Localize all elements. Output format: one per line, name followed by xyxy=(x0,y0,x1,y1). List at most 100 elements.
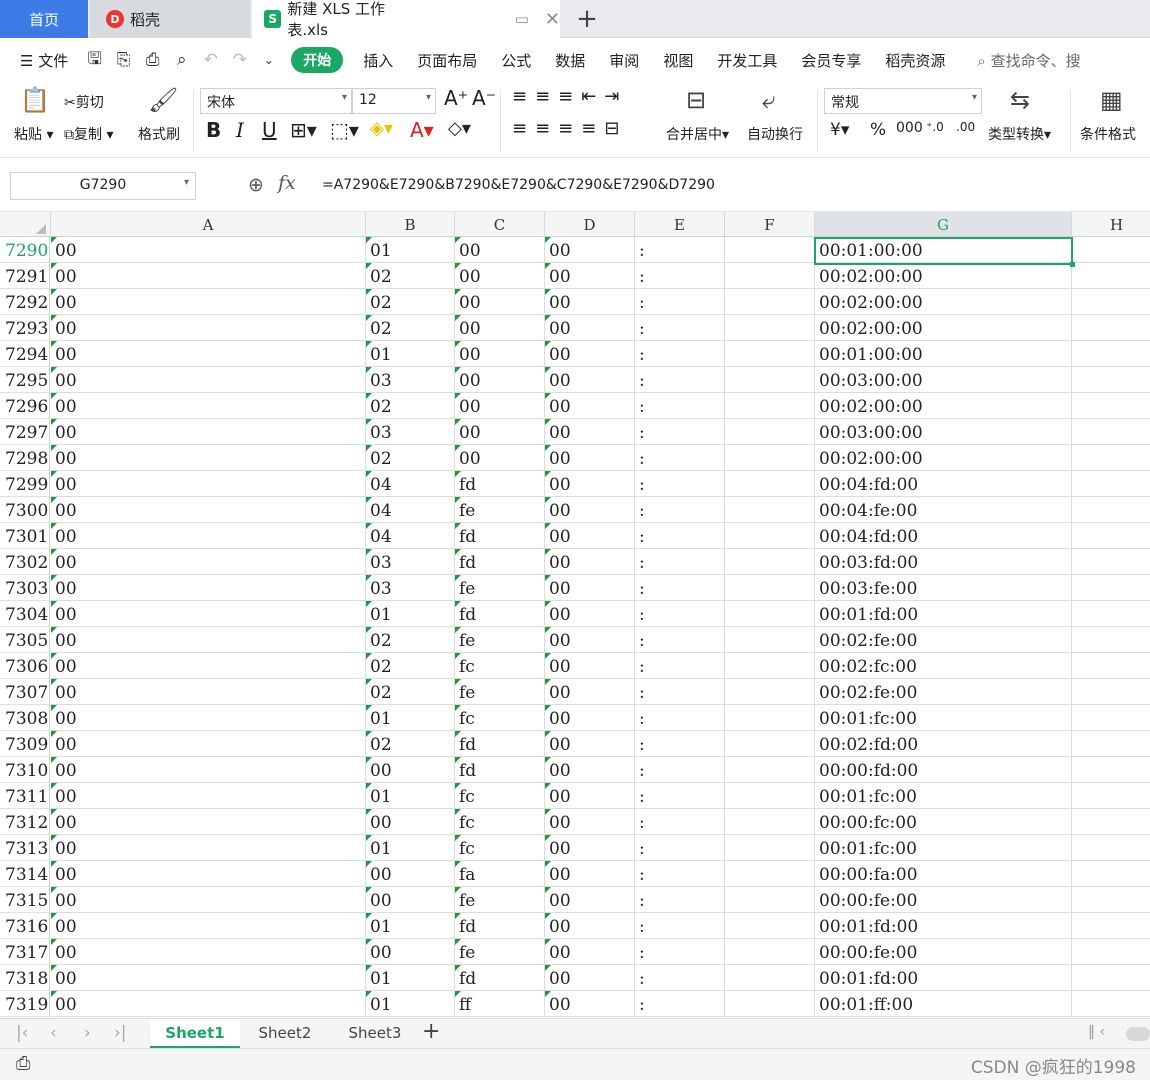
cell-d[interactable]: 00 xyxy=(545,939,635,965)
row-header[interactable]: 7316 xyxy=(0,913,50,939)
cell-b[interactable]: 00 xyxy=(366,887,455,913)
next-sheet-icon[interactable]: › xyxy=(84,1023,91,1043)
cell-c[interactable]: 00 xyxy=(455,315,545,341)
cell-g[interactable]: 00:04:fe:00 xyxy=(815,497,1072,523)
cell-c[interactable]: fe xyxy=(455,939,545,965)
close-tab-icon[interactable]: ✕ xyxy=(545,9,560,30)
cell-c[interactable]: 00 xyxy=(455,367,545,393)
cell-b[interactable]: 01 xyxy=(366,965,455,991)
row-header[interactable]: 7293 xyxy=(0,315,50,341)
row-header[interactable]: 7318 xyxy=(0,965,50,991)
conditional-format-button[interactable]: 条件格式 xyxy=(1080,124,1136,144)
cell-b[interactable]: 02 xyxy=(366,393,455,419)
cell-g[interactable]: 00:03:fd:00 xyxy=(815,549,1072,575)
cell-h[interactable] xyxy=(1072,367,1150,393)
row-header[interactable]: 7304 xyxy=(0,601,50,627)
redo-icon[interactable]: ↷ xyxy=(225,50,254,70)
cell-a[interactable]: 00 xyxy=(51,965,366,991)
cell-e[interactable]: : xyxy=(635,445,725,471)
cell-e[interactable]: : xyxy=(635,939,725,965)
font-family-select[interactable]: 宋体 ▾ xyxy=(200,88,352,114)
cell-g[interactable]: 00:01:ff:00 xyxy=(815,991,1072,1017)
cell-a[interactable]: 00 xyxy=(51,445,366,471)
cell-h[interactable] xyxy=(1072,705,1150,731)
cell-b[interactable]: 01 xyxy=(366,783,455,809)
cell-g[interactable]: 00:00:fe:00 xyxy=(815,887,1072,913)
paste-icon[interactable]: 📋 xyxy=(20,86,50,114)
sheet-tab-2[interactable]: Sheet2 xyxy=(240,1019,330,1048)
cell-b[interactable]: 01 xyxy=(366,991,455,1017)
cell-d[interactable]: 00 xyxy=(545,341,635,367)
cell-b[interactable]: 02 xyxy=(366,653,455,679)
cell-g[interactable]: 00:00:fa:00 xyxy=(815,861,1072,887)
cell-e[interactable]: : xyxy=(635,627,725,653)
cell-e[interactable]: : xyxy=(635,679,725,705)
cell-f[interactable] xyxy=(725,757,815,783)
cell-f[interactable] xyxy=(725,939,815,965)
cell-h[interactable] xyxy=(1072,991,1150,1017)
cell-c[interactable]: fc xyxy=(455,653,545,679)
cell-h[interactable] xyxy=(1072,289,1150,315)
menu-formula[interactable]: 公式 xyxy=(489,50,543,71)
cell-h[interactable] xyxy=(1072,679,1150,705)
cell-d[interactable]: 00 xyxy=(545,601,635,627)
cell-h[interactable] xyxy=(1072,757,1150,783)
cell-f[interactable] xyxy=(725,445,815,471)
row-header[interactable]: 7295 xyxy=(0,367,50,393)
menu-review[interactable]: 审阅 xyxy=(597,50,651,71)
copy-button[interactable]: ⧉复制 ▾ xyxy=(64,124,113,144)
tab-document[interactable]: S 新建 XLS 工作表.xls ▭ ✕ xyxy=(252,0,560,39)
cell-d[interactable]: 00 xyxy=(545,757,635,783)
cell-b[interactable]: 01 xyxy=(366,835,455,861)
cell-b[interactable]: 01 xyxy=(366,237,455,263)
cell-d[interactable]: 00 xyxy=(545,237,635,263)
cell-g[interactable]: 00:01:fc:00 xyxy=(815,835,1072,861)
cell-f[interactable] xyxy=(725,913,815,939)
cell-d[interactable]: 00 xyxy=(545,887,635,913)
tab-home[interactable]: 首页 xyxy=(0,0,88,38)
cell-c[interactable]: 00 xyxy=(455,237,545,263)
cell-e[interactable]: : xyxy=(635,835,725,861)
cell-a[interactable]: 00 xyxy=(51,653,366,679)
cell-h[interactable] xyxy=(1072,315,1150,341)
cell-b[interactable]: 03 xyxy=(366,549,455,575)
cell-g[interactable]: 00:04:fd:00 xyxy=(815,523,1072,549)
cell-e[interactable]: : xyxy=(635,549,725,575)
row-header[interactable]: 7300 xyxy=(0,497,50,523)
cell-b[interactable]: 01 xyxy=(366,601,455,627)
cell-a[interactable]: 00 xyxy=(51,523,366,549)
cell-e[interactable]: : xyxy=(635,601,725,627)
row-header[interactable]: 7307 xyxy=(0,679,50,705)
menu-developer[interactable]: 开发工具 xyxy=(705,50,789,71)
fill-style-icon[interactable]: ⬚▾ xyxy=(330,118,359,142)
cell-e[interactable]: : xyxy=(635,757,725,783)
font-size-select[interactable]: 12 ▾ xyxy=(352,88,436,114)
cell-h[interactable] xyxy=(1072,263,1150,289)
cell-e[interactable]: : xyxy=(635,315,725,341)
export-pdf-icon[interactable]: ⎘ xyxy=(109,50,138,70)
cell-g[interactable]: 00:01:fc:00 xyxy=(815,705,1072,731)
bold-icon[interactable]: B xyxy=(206,118,221,142)
cell-b[interactable]: 03 xyxy=(366,419,455,445)
cell-c[interactable]: fe xyxy=(455,575,545,601)
cell-e[interactable]: : xyxy=(635,809,725,835)
cell-g[interactable]: 00:02:fd:00 xyxy=(815,731,1072,757)
cell-c[interactable]: fa xyxy=(455,861,545,887)
thousands-icon[interactable]: 000 xyxy=(896,120,923,136)
cell-a[interactable]: 00 xyxy=(51,835,366,861)
cell-h[interactable] xyxy=(1072,575,1150,601)
cell-d[interactable]: 00 xyxy=(545,679,635,705)
cell-c[interactable]: fc xyxy=(455,705,545,731)
cell-a[interactable]: 00 xyxy=(51,679,366,705)
cut-button[interactable]: ✂剪切 xyxy=(64,92,104,112)
cell-g[interactable]: 00:02:00:00 xyxy=(815,393,1072,419)
menu-insert[interactable]: 插入 xyxy=(351,50,405,71)
cell-g[interactable]: 00:02:00:00 xyxy=(815,263,1072,289)
cell-g[interactable]: 00:00:fd:00 xyxy=(815,757,1072,783)
cell-c[interactable]: 00 xyxy=(455,419,545,445)
cell-f[interactable] xyxy=(725,497,815,523)
cell-f[interactable] xyxy=(725,367,815,393)
cell-f[interactable] xyxy=(725,341,815,367)
row-header[interactable]: 7317 xyxy=(0,939,50,965)
cell-f[interactable] xyxy=(725,705,815,731)
